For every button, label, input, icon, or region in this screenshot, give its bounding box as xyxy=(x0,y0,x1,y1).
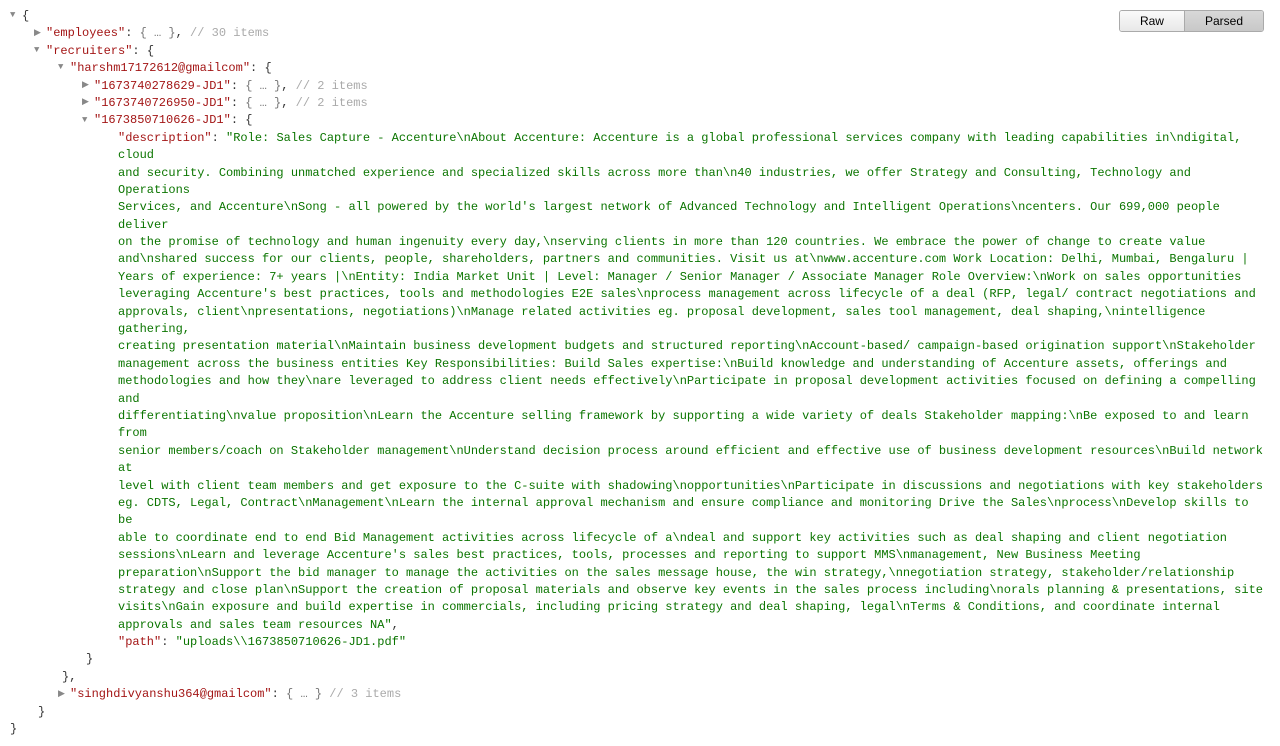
employees-row[interactable]: "employees": { … }, // 30 items xyxy=(10,25,1270,42)
toggle-icon[interactable] xyxy=(58,61,68,74)
desc-line: Years of experience: 7+ years |\nEntity:… xyxy=(118,269,1270,286)
desc-line: level with client team members and get e… xyxy=(118,478,1270,495)
recruiter1-row[interactable]: "harshm17172612@gmailcom": { xyxy=(10,60,1270,77)
desc-line: approvals, client\npresentations, negoti… xyxy=(118,304,1270,339)
desc-line: leveraging Accenture's best practices, t… xyxy=(118,286,1270,303)
desc-end: approvals and sales team resources NA", xyxy=(118,617,1270,634)
toggle-icon[interactable] xyxy=(82,79,92,92)
desc-line: differentiating\nvalue proposition\nLear… xyxy=(118,408,1270,443)
jd3-close: } xyxy=(10,651,1270,668)
jd2-row[interactable]: "1673740726950-JD1": { … }, // 2 items xyxy=(10,95,1270,112)
toggle-icon[interactable] xyxy=(82,114,92,127)
desc-line: and security. Combining unmatched experi… xyxy=(118,165,1270,200)
path-row: "path": "uploads\\1673850710626-JD1.pdf" xyxy=(10,634,1270,651)
desc-line: strategy and close plan\nSupport the cre… xyxy=(118,582,1270,599)
desc-line: visits\nGain exposure and build expertis… xyxy=(118,599,1270,616)
recruiter2-row[interactable]: "singhdivyanshu364@gmailcom": { … } // 3… xyxy=(10,686,1270,703)
desc-line: and\nshared success for our clients, peo… xyxy=(118,251,1270,268)
desc-line: preparation\nSupport the bid manager to … xyxy=(118,565,1270,582)
desc-line: management across the business entities … xyxy=(118,356,1270,373)
toggle-icon[interactable] xyxy=(34,44,44,57)
root-close: } xyxy=(10,721,1270,738)
recruiters-row[interactable]: "recruiters": { xyxy=(10,43,1270,60)
desc-line: creating presentation material\nMaintain… xyxy=(118,338,1270,355)
desc-line: sessions\nLearn and leverage Accenture's… xyxy=(118,547,1270,564)
toggle-icon[interactable] xyxy=(10,9,20,22)
desc-line: eg. CDTS, Legal, Contract\nManagement\nL… xyxy=(118,495,1270,530)
desc-line: able to coordinate end to end Bid Manage… xyxy=(118,530,1270,547)
jd3-row[interactable]: "1673850710626-JD1": { xyxy=(10,112,1270,129)
recruiter1-close: }, xyxy=(10,669,1270,686)
desc-line: on the promise of technology and human i… xyxy=(118,234,1270,251)
desc-line: methodologies and how they\nare leverage… xyxy=(118,373,1270,408)
json-tree: { "employees": { … }, // 30 items "recru… xyxy=(10,8,1270,738)
toggle-icon[interactable] xyxy=(82,96,92,109)
desc-line: Services, and Accenture\nSong - all powe… xyxy=(118,199,1270,234)
toggle-icon[interactable] xyxy=(34,27,44,40)
root-open[interactable]: { xyxy=(10,8,1270,25)
description-block: "description": "Role: Sales Capture - Ac… xyxy=(10,130,1270,634)
jd1-row[interactable]: "1673740278629-JD1": { … }, // 2 items xyxy=(10,78,1270,95)
toggle-icon[interactable] xyxy=(58,688,68,701)
recruiters-close: } xyxy=(10,704,1270,721)
desc-line: senior members/coach on Stakeholder mana… xyxy=(118,443,1270,478)
description-row: "description": "Role: Sales Capture - Ac… xyxy=(118,130,1270,165)
